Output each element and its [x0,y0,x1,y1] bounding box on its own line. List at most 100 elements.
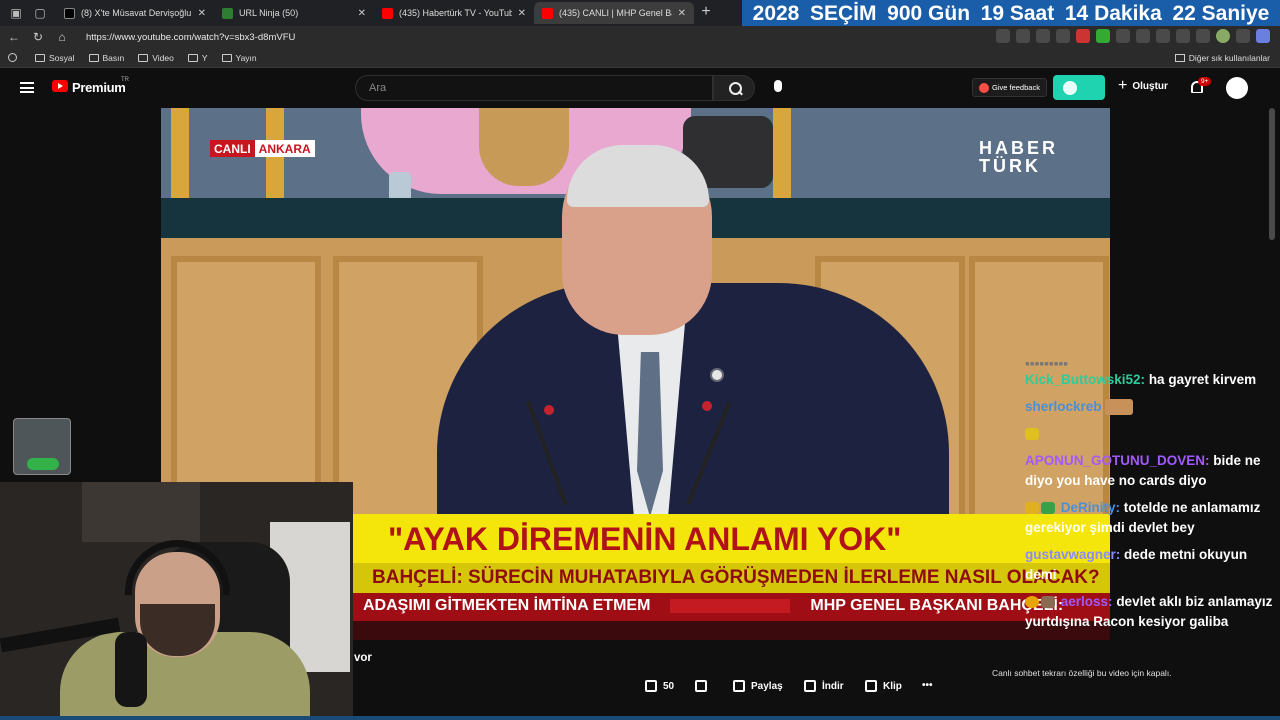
partial-text: vor [354,652,372,664]
extension-icon[interactable] [1096,29,1110,43]
extension-icon[interactable] [1076,29,1090,43]
thumbs-down-icon [695,680,707,692]
youtube-logo-icon[interactable] [52,80,68,92]
star-icon[interactable] [1036,29,1050,43]
scrollbar[interactable] [1269,108,1275,240]
donation-jar-icon [13,418,71,475]
close-icon[interactable]: ✕ [518,8,526,19]
like-button[interactable]: 50 [645,680,674,692]
clip-button[interactable]: Klip [865,680,902,692]
bookmark-label: Y [201,52,208,63]
clip-label: Klip [883,680,902,692]
home-icon[interactable]: ⌂ [50,30,74,44]
extension-icon[interactable] [1156,29,1170,43]
more-actions-button[interactable]: ••• [922,680,933,691]
chat-text: ha gayret kirvem [1148,372,1257,387]
badge-icon [1025,596,1039,609]
create-button[interactable]: + Oluştur [1118,78,1168,94]
bookmark-folder-basin[interactable]: Basın [88,52,125,63]
bookmark-label: Basın [102,52,125,63]
url-ninja-icon [222,7,233,19]
webcam-background [82,482,200,542]
close-icon[interactable]: ✕ [678,8,686,19]
favorites-icon[interactable] [1176,29,1190,43]
menu-icon[interactable] [20,82,34,93]
bookmark-folder-video[interactable]: Video [138,53,174,63]
search-button[interactable] [713,75,755,101]
back-icon[interactable]: ← [2,30,26,44]
chat-username: sherlockreb [1025,399,1102,414]
brand-label[interactable]: Premium [72,80,126,95]
channel-logo: HABER TÜRK [979,139,1058,175]
folder-icon [35,53,45,62]
download-button[interactable]: İndir [804,680,844,692]
extension-icon[interactable] [1056,29,1070,43]
extension-button[interactable] [1053,75,1105,100]
folder-icon [187,53,198,62]
bookmark-label: Yayın [235,52,257,63]
chat-message-faded: ▪▪▪▪▪▪▪▪▪ [1025,356,1069,368]
live-label: CANLI [210,140,255,157]
tab-1[interactable]: (8) X'te Müsavat Dervişoğlu: "SAL ✕ [56,2,214,24]
subheadline-banner: BAHÇELİ: SÜRECİN MUHATABIYLA GÖRÜŞMEDEN … [353,563,1110,593]
tab-actions-icon[interactable]: ▢ [32,5,48,21]
bookmark-folder-yayin[interactable]: Yayın [221,52,257,63]
extension-icon[interactable] [1116,29,1130,43]
new-tab-button[interactable]: + [698,3,714,21]
extension-icon[interactable] [1016,29,1030,43]
share-button[interactable]: Paylaş [733,680,783,692]
chat-message: DeRinity: totelde ne anlamamız gerekiyor… [1019,498,1277,538]
copilot-icon[interactable] [1256,29,1270,43]
address-bar: ← ↻ ⌂ https://www.youtube.com/watch?v=sb… [0,26,1280,48]
tab-3[interactable]: (435) Habertürk TV - YouTube ✕ [374,2,534,24]
share-icon [733,680,745,692]
ticker-logo [670,598,791,613]
search-input[interactable]: Ara [355,75,713,101]
more-icon[interactable] [1236,29,1250,43]
tab-4-active[interactable]: (435) CANLI | MHP Genel Başkanı ✕ [534,2,694,24]
region-label: TR [121,77,129,83]
reload-icon[interactable]: ↻ [26,30,50,44]
youtube-icon [382,7,393,19]
bookmarks-bar: Sosyal Basın Video Y Yayın Diğer sık kul… [0,48,1280,68]
extension-icon[interactable] [996,29,1010,43]
avatar[interactable] [1226,77,1248,99]
download-label: İndir [822,680,844,692]
taskbar-strip [0,716,1280,720]
give-feedback-button[interactable]: Give feedback [972,78,1047,97]
collections-icon[interactable] [1196,29,1210,43]
news-ticker: ADAŞIMI GİTMEKTEN İMTİNA ETMEM MHP GENEL … [353,593,1110,621]
microphone-icon[interactable] [774,80,782,92]
youtube-icon [542,7,553,19]
youtube-header: Premium TR Ara Give feedback + Oluştur 9… [0,68,1280,108]
chat-username: gustavwagner: [1025,547,1121,562]
browser-menu-icon[interactable]: ▣ [8,5,24,21]
bookmark-folder-y[interactable]: Y [187,52,208,63]
tab-title: (435) CANLI | MHP Genel Başkanı [559,8,672,18]
streamer-webcam [0,482,353,720]
bookmark-bar-icon[interactable] [8,53,21,62]
notification-count-badge: 9+ [1198,77,1212,86]
chat-username: Kick_Buttowski52: [1025,372,1146,387]
badge-icon [1025,502,1039,515]
close-icon[interactable]: ✕ [358,8,366,19]
profile-icon[interactable] [1216,29,1230,43]
chat-message: aerloss: devlet aklı biz anlamayız yurtd… [1019,592,1277,632]
countdown-label: SEÇİM [810,2,877,25]
other-bookmarks[interactable]: Diğer sık kullanılanlar [1174,53,1270,63]
extension-icon[interactable] [1136,29,1150,43]
dislike-button[interactable] [695,680,713,692]
close-icon[interactable]: ✕ [198,8,206,19]
tab-title: URL Ninja (50) [239,8,299,18]
tab-2[interactable]: URL Ninja (50) ✕ [214,2,374,24]
badge-icon [1025,428,1039,441]
election-countdown-banner: 2028 SEÇİM 900 Gün 19 Saat 14 Dakika 22 … [742,0,1280,28]
ticker-bottom-strip [353,621,1110,640]
badge-icon [1041,596,1055,609]
chat-message [1019,424,1277,444]
url-field[interactable]: https://www.youtube.com/watch?v=sbx3-d8m… [86,32,295,43]
wall-stripe [171,108,189,200]
countdown-hours: 19 Saat [980,2,1055,25]
bookmark-folder-sosyal[interactable]: Sosyal [35,53,75,63]
microphone-tip [702,401,712,411]
